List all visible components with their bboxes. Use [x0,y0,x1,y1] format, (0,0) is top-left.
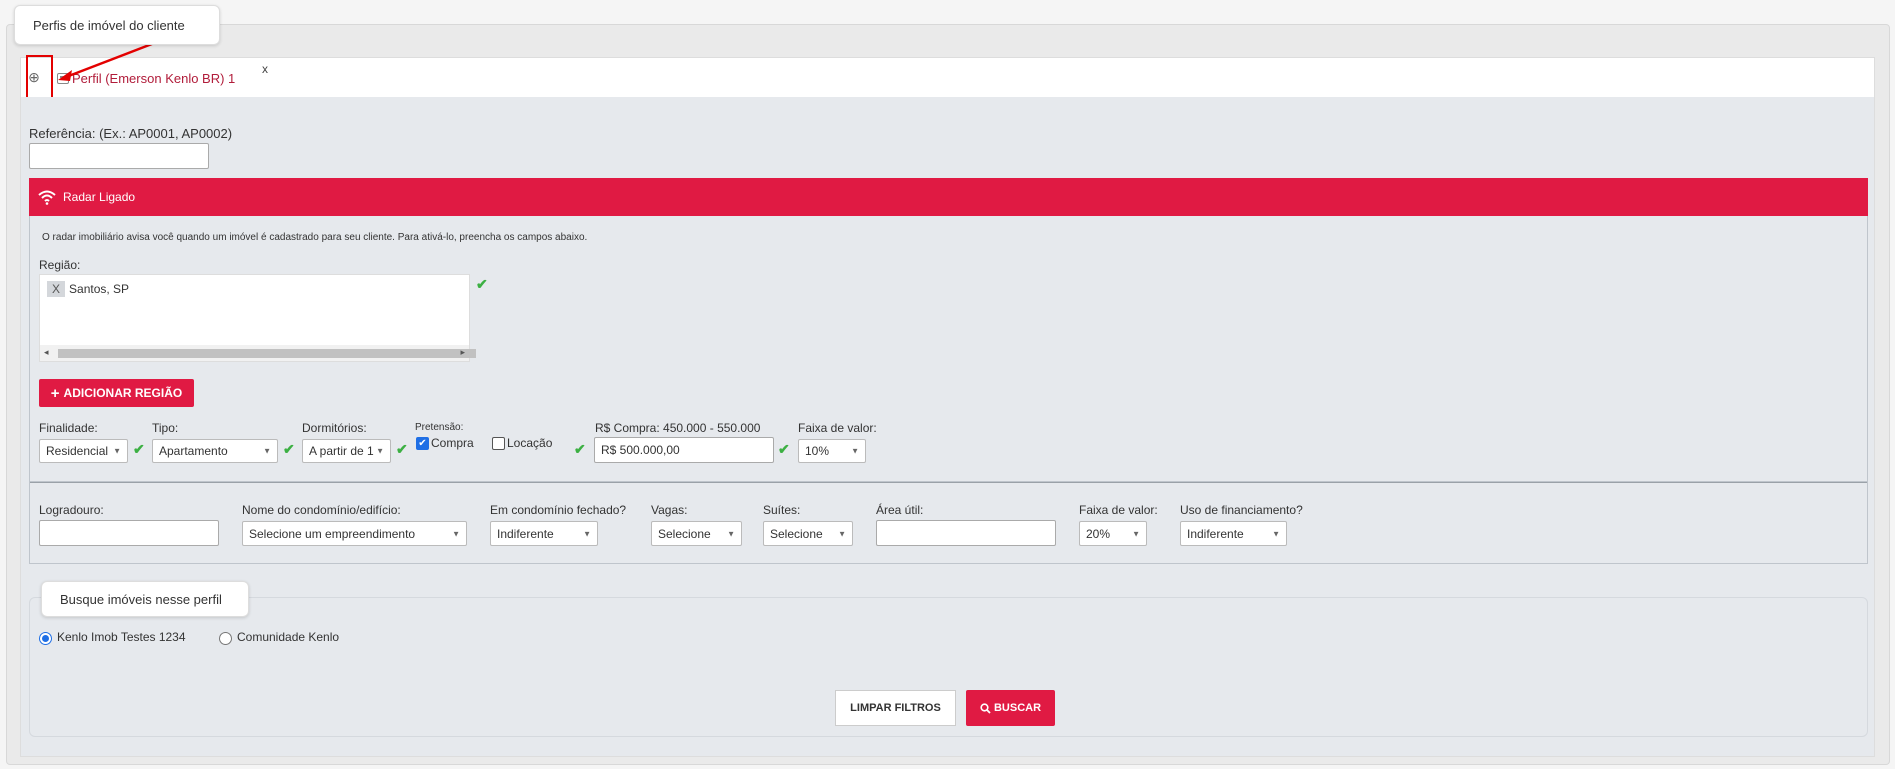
area-input[interactable] [876,520,1056,546]
finalidade-value: Residencial [46,444,109,458]
price-input-valid-icon: ✔ [778,441,790,457]
chevron-down-icon: ▼ [376,446,384,456]
logradouro-label: Logradouro: [39,503,104,517]
logradouro-input[interactable] [39,520,219,546]
profiles-tooltip: Perfis de imóvel do cliente [14,5,220,45]
suites-label: Suítes: [763,503,801,517]
region-chip: X Santos, SP [47,281,129,297]
tipo-select[interactable]: Apartamento ▼ [152,439,278,463]
radio-kenlo-imob-label: Kenlo Imob Testes 1234 [57,630,186,644]
region-list[interactable]: X Santos, SP ◂ ▸ [39,274,476,362]
compra-label: Compra [431,436,474,450]
fechado-label: Em condomínio fechado? [490,503,627,517]
tab-profile-1[interactable]: Perfil (Emerson Kenlo BR) 1 x [57,58,272,98]
dormitorios-valid-icon: ✔ [396,441,408,457]
add-region-label: ADICIONAR REGIÃO [63,386,183,400]
reference-label: Referência: (Ex.: AP0001, AP0002) [29,126,233,141]
region-label: Região: [39,258,81,272]
condominio-value: Selecione um empreendimento [249,526,416,541]
vagas-select[interactable]: Selecione ▼ [651,521,742,546]
chevron-down-icon: ▼ [113,446,121,456]
reference-input[interactable] [29,143,209,169]
locacao-checkbox[interactable] [492,437,505,450]
financiamento-value: Indiferente [1187,526,1244,541]
condominio-select[interactable]: Selecione um empreendimento ▼ [242,521,467,546]
chevron-down-icon: ▼ [452,529,460,538]
dormitorios-value: A partir de 1 [309,444,374,458]
fechado-select[interactable]: Indiferente ▼ [490,521,598,546]
finalidade-label: Finalidade: [39,421,98,435]
scroll-left-icon[interactable]: ◂ [44,347,49,358]
tab-profile-1-label: Perfil (Emerson Kenlo BR) 1 [72,70,236,86]
suites-value: Selecione [770,526,823,541]
faixa-value: 10% [805,444,830,458]
clear-filters-button[interactable]: LIMPAR FILTROS [835,690,956,726]
faixa-select[interactable]: 10% ▼ [798,439,866,463]
region-chip-label: Santos, SP [69,282,130,296]
chevron-down-icon: ▼ [583,529,591,538]
faixa2-value: 20% [1086,526,1111,541]
chevron-down-icon: ▼ [1272,529,1280,538]
faixa2-select[interactable]: 20% ▼ [1079,521,1147,546]
close-tab-icon[interactable]: x [262,62,268,76]
search-icon [980,702,991,714]
chevron-down-icon: ▼ [838,529,846,538]
area-label: Área útil: [876,503,924,517]
radar-header: Radar Ligado [29,178,1868,216]
finalidade-valid-icon: ✔ [133,441,145,457]
compra-price-input[interactable]: R$ 500.000,00 [594,437,774,463]
scroll-right-icon[interactable]: ▸ [460,347,465,358]
vagas-value: Selecione [658,526,711,541]
finalidade-select[interactable]: Residencial ▼ [39,439,128,463]
vagas-label: Vagas: [651,503,688,517]
search-button-label: BUSCAR [993,702,1042,714]
radar-description: O radar imobiliário avisa você quando um… [42,232,588,243]
chevron-down-icon: ▼ [263,446,271,456]
locacao-label: Locação [507,436,553,450]
annotation-highlight-box [26,55,53,99]
plus-icon: + [50,384,60,402]
wifi-icon [38,190,56,205]
faixa-label: Faixa de valor: [798,421,877,435]
suites-select[interactable]: Selecione ▼ [763,521,853,546]
remove-region-icon[interactable]: X [47,281,66,297]
financiamento-select[interactable]: Indiferente ▼ [1180,521,1287,546]
chevron-down-icon: ▼ [727,529,735,538]
tipo-label: Tipo: [152,421,179,435]
scroll-thumb[interactable] [58,349,476,358]
edit-icon [57,72,69,84]
radio-comunidade-label: Comunidade Kenlo [237,630,340,644]
fechado-value: Indiferente [497,526,554,541]
financiamento-label: Uso de financiamento? [1180,503,1303,517]
dormitorios-select[interactable]: A partir de 1 ▼ [302,439,391,463]
chevron-down-icon: ▼ [851,446,859,456]
search-button[interactable]: BUSCAR [966,690,1055,726]
region-valid-icon: ✔ [476,276,488,292]
faixa2-label: Faixa de valor: [1079,503,1158,517]
tipo-value: Apartamento [159,444,228,458]
radar-header-title: Radar Ligado [63,190,136,204]
radio-kenlo-imob[interactable] [39,632,52,645]
profiles-tooltip-text: Perfis de imóvel do cliente [33,17,185,33]
search-tooltip: Busque imóveis nesse perfil [41,581,249,617]
region-scrollbar[interactable]: ◂ ▸ [40,345,476,361]
pretensao-label: Pretensão: [415,422,464,433]
price-valid-icon: ✔ [574,441,586,457]
compra-range-label: R$ Compra: 450.000 - 550.000 [595,421,761,435]
chevron-down-icon: ▼ [1132,529,1140,538]
radio-comunidade[interactable] [219,632,232,645]
search-tooltip-text: Busque imóveis nesse perfil [60,591,222,607]
profile-tabs-bar: ⊕ Perfil (Emerson Kenlo BR) 1 x [20,57,1875,97]
dormitorios-label: Dormitórios: [302,421,367,435]
compra-checkbox[interactable]: ✔ [416,437,429,450]
condominio-label: Nome do condomínio/edifício: [242,503,401,517]
tipo-valid-icon: ✔ [283,441,295,457]
add-region-button[interactable]: + ADICIONAR REGIÃO [39,379,194,407]
